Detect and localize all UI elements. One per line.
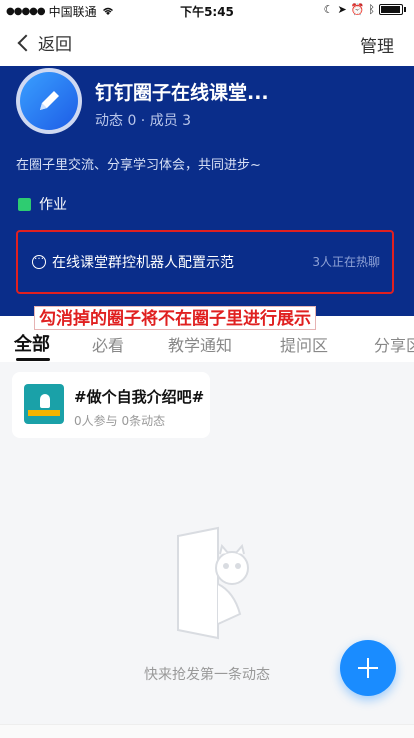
feed-content: #做个自我介绍吧# 0人参与 0条动态 快来抢发第一条动态 (0, 362, 414, 738)
bottom-bar (0, 724, 414, 738)
topic-card[interactable]: #做个自我介绍吧# 0人参与 0条动态 (12, 372, 210, 438)
empty-door-icon (177, 526, 249, 640)
topic-thumbnail (24, 384, 64, 424)
pencil-icon (20, 72, 78, 130)
category-tabs: 全部 必看 教学通知 提问区 分享区 (0, 326, 414, 362)
chat-bubble-icon (32, 251, 46, 269)
status-bar: ●●●●● 中国联通 下午5:45 ☾ ➤ ⏰ ᛒ (0, 0, 414, 20)
back-label: 返回 (38, 35, 72, 55)
tab-share[interactable]: 分享区 (374, 332, 414, 356)
alarm-icon: ⏰ (350, 3, 365, 16)
topic-title: #做个自我介绍吧# (74, 388, 205, 406)
status-right: ☾ ➤ ⏰ ᛒ (324, 3, 406, 16)
tab-all[interactable]: 全部 (14, 330, 50, 356)
circle-avatar (16, 68, 82, 134)
location-icon: ➤ (337, 3, 347, 16)
hot-topic-content: 在线课堂群控机器人配置示范 (32, 251, 234, 272)
topic-meta: 0人参与 0条动态 (74, 414, 166, 428)
tab-must-read[interactable]: 必看 (92, 332, 124, 356)
tab-questions[interactable]: 提问区 (280, 332, 328, 356)
battery-icon (379, 4, 403, 15)
circle-header: 钉钉圈子在线课堂... 动态 0 · 成员 3 在圈子里交流、分享学习体会，共同… (0, 66, 414, 316)
homework-entry[interactable]: 作业 (18, 194, 67, 214)
annotation-note: 勾消掉的圈子将不在圈子里进行展示 (34, 306, 316, 330)
circle-stats: 动态 0 · 成员 3 (95, 113, 192, 129)
chevron-left-icon (17, 34, 35, 51)
add-post-button[interactable] (340, 640, 396, 696)
tab-underline (16, 358, 50, 361)
homework-label: 作业 (39, 197, 67, 213)
homework-icon (18, 197, 31, 211)
circle-description: 在圈子里交流、分享学习体会，共同进步~ (16, 158, 261, 173)
manage-button[interactable]: 管理 (360, 32, 394, 57)
moon-icon: ☾ (323, 3, 334, 16)
person-figure (40, 394, 50, 408)
battery-tip (404, 7, 406, 12)
bluetooth-icon: ᛒ (368, 3, 375, 16)
tab-teaching-notice[interactable]: 教学通知 (168, 332, 232, 356)
hot-topic-card[interactable]: 在线课堂群控机器人配置示范 3人正在热聊 (16, 230, 394, 294)
nav-bar: 返回 管理 (0, 20, 414, 66)
hot-topic-title: 在线课堂群控机器人配置示范 (52, 255, 234, 271)
back-button[interactable]: 返回 (14, 30, 72, 55)
circle-title: 钉钉圈子在线课堂... (95, 82, 269, 104)
desk-figure (28, 410, 60, 416)
hot-topic-count: 3人正在热聊 (312, 255, 380, 269)
